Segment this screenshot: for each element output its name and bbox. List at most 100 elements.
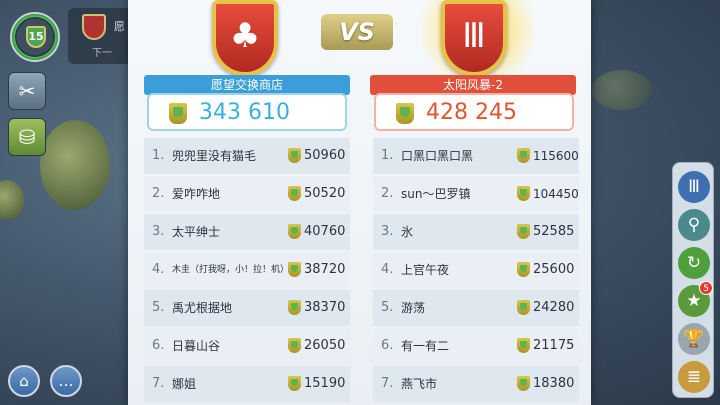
player-score: 50960 [304, 148, 346, 163]
shield-icon [517, 300, 530, 315]
shield-icon [169, 103, 187, 124]
list-item[interactable]: 7. 燕飞市 18380 [373, 366, 579, 402]
rank-number: 7. [152, 376, 165, 391]
bank-icon: Ⅲ [688, 177, 700, 197]
rank-number: 2. [152, 186, 165, 201]
rank-number: 3. [381, 224, 394, 239]
left-team-score-box: 343 610 [147, 93, 347, 131]
list-item[interactable]: 6. 日暮山谷 26050 [144, 328, 350, 364]
shield-icon [517, 338, 530, 353]
player-name: 日暮山谷 [172, 339, 221, 353]
list-item[interactable]: 4. 木圭（打我呀，小！拉！机） 38720 [144, 252, 350, 288]
rank-number: 2. [381, 186, 394, 201]
player-score: 104450 [533, 187, 579, 201]
player-name: 娜姐 [172, 377, 197, 391]
rank-number: 4. [381, 262, 394, 277]
shield-icon [288, 186, 301, 201]
player-name: 氷 [401, 225, 414, 239]
island-left [40, 120, 110, 210]
player-name: 口黑口黑口黑 [401, 149, 474, 163]
list-item[interactable]: 2. sun～巴罗镇 104450 [373, 176, 579, 212]
refresh-button[interactable]: ↻ [678, 247, 710, 279]
chat-button[interactable]: … [50, 365, 82, 397]
green-arrow-icon: ↻ [686, 253, 702, 273]
vs-panel: ♣ VS Ⅲ 愿望交换商店 343 610 太阳风暴-2 428 245 1. … [128, 0, 591, 405]
rank-number: 5. [381, 300, 394, 315]
player-name: 太平绅士 [172, 225, 221, 239]
vs-emblem: VS [321, 14, 393, 50]
player-level-badge[interactable]: 15 [10, 12, 60, 62]
list-item[interactable]: 5. 游荡 24280 [373, 290, 579, 326]
left-team-crest: ♣ [212, 0, 278, 76]
list-item[interactable]: 3. 太平绅士 40760 [144, 214, 350, 250]
shield-icon [288, 262, 301, 277]
shield-icon [288, 376, 301, 391]
rank-number: 4. [152, 262, 165, 277]
shield-icon [288, 148, 301, 163]
tools-button[interactable]: ✂ [8, 72, 46, 110]
list-item[interactable]: 5. 禹尤根据地 38370 [144, 290, 350, 326]
player-name: 燕飞市 [401, 377, 438, 391]
list-item[interactable]: 1. 口黑口黑口黑 115600 [373, 138, 579, 174]
player-score: 21175 [533, 338, 575, 353]
home-icon: ⌂ [19, 372, 29, 390]
star-button[interactable]: ★ 5 [678, 281, 713, 317]
rank-number: 6. [381, 338, 394, 353]
shield-icon [517, 148, 530, 163]
rank-number: 3. [152, 224, 165, 239]
notice-subtitle: 下一 [92, 48, 112, 59]
player-score: 18380 [533, 376, 575, 391]
clover-icon: ♣ [229, 16, 261, 56]
right-team-ranking: 1. 口黑口黑口黑 115600 2. sun～巴罗镇 104450 3. 氷 … [373, 138, 579, 404]
player-score: 52585 [533, 224, 575, 239]
player-score: 24280 [533, 300, 575, 315]
shield-icon [517, 186, 530, 201]
shield-icon [288, 338, 301, 353]
player-score: 115600 [533, 149, 579, 163]
list-item[interactable]: 1. 兜兜里没有猫毛 50960 [144, 138, 350, 174]
list-item[interactable]: 6. 有一有二 21175 [373, 328, 579, 364]
player-level: 15 [26, 26, 46, 48]
island-left-small [0, 180, 24, 220]
star-icon: ★ [686, 291, 702, 311]
shop-bag-icon: ⛁ [18, 125, 36, 149]
list-item[interactable]: 4. 上官午夜 25600 [373, 252, 579, 288]
bank-button[interactable]: Ⅲ [678, 171, 710, 203]
island-right [592, 70, 652, 110]
shield-icon [288, 300, 301, 315]
player-score: 26050 [304, 338, 346, 353]
shield-icon [396, 103, 414, 124]
list-item[interactable]: 7. 娜姐 15190 [144, 366, 350, 402]
magnifier-icon: ⚲ [687, 215, 701, 235]
search-button[interactable]: ⚲ [678, 209, 710, 241]
player-name: sun～巴罗镇 [401, 187, 471, 201]
bank-crest-icon: Ⅲ [462, 16, 486, 56]
player-score: 25600 [533, 262, 575, 277]
player-name: 木圭（打我呀，小！拉！机） [172, 265, 290, 275]
player-name: 禹尤根据地 [172, 301, 233, 315]
shield-icon [288, 224, 301, 239]
left-team-score: 343 610 [199, 100, 290, 125]
home-button[interactable]: ⌂ [8, 365, 40, 397]
trophy-button[interactable]: 🏆 [678, 323, 710, 355]
player-name: 有一有二 [401, 339, 450, 353]
right-toolbar: Ⅲ ⚲ ↻ ★ 5 🏆 ≣ [672, 162, 714, 398]
rank-number: 7. [381, 376, 394, 391]
left-team-ranking: 1. 兜兜里没有猫毛 50960 2. 爱咋咋地 50520 3. 太平绅士 4… [144, 138, 350, 404]
player-score: 15190 [304, 376, 346, 391]
list-item[interactable]: 3. 氷 52585 [373, 214, 579, 250]
shop-button[interactable]: ⛁ [8, 118, 46, 156]
list-item[interactable]: 2. 爱咋咋地 50520 [144, 176, 350, 212]
tools-icon: ✂ [18, 79, 36, 103]
shield-icon [517, 262, 530, 277]
trophy-icon: 🏆 [683, 329, 705, 349]
player-name: 上官午夜 [401, 263, 450, 277]
player-score: 50520 [304, 186, 346, 201]
red-cross-crest-icon [82, 14, 106, 40]
scroll-button[interactable]: ≣ [678, 361, 710, 393]
player-name: 游荡 [401, 301, 426, 315]
scroll-icon: ≣ [686, 367, 702, 387]
shield-icon [517, 224, 530, 239]
player-name: 爱咋咋地 [172, 187, 221, 201]
player-score: 38720 [304, 262, 346, 277]
